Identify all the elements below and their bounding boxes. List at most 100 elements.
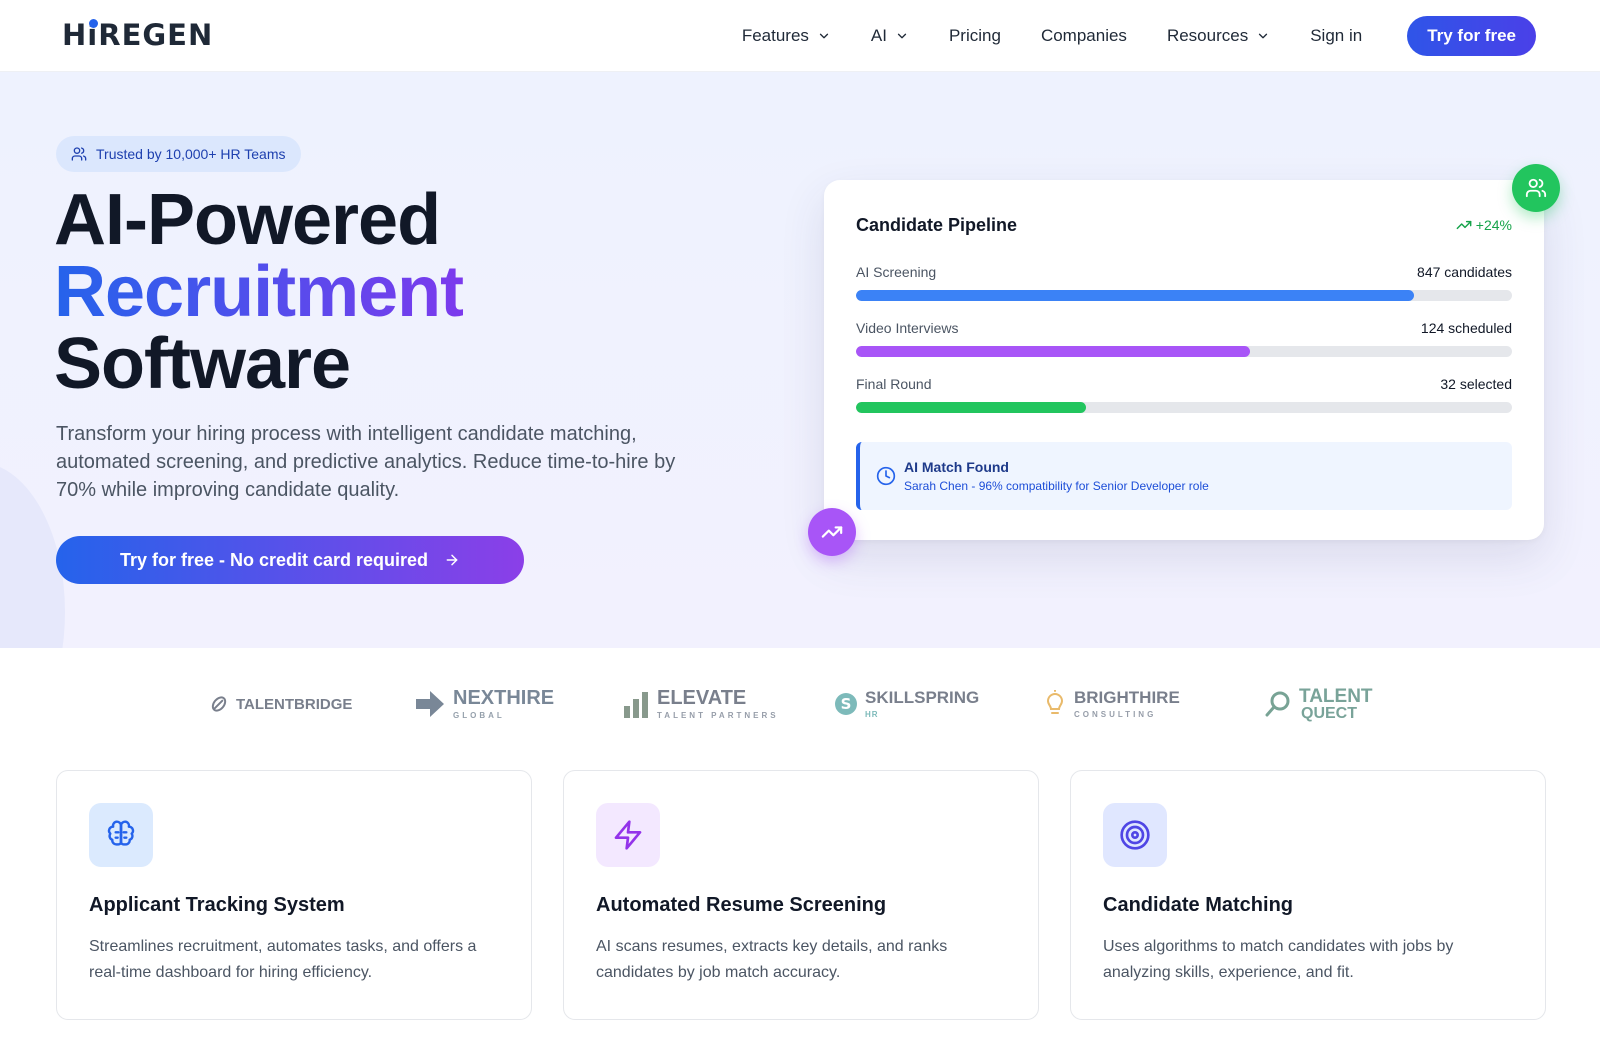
- stage-value: 32 selected: [1440, 376, 1512, 392]
- logo-text: ELEVATE TALENT PARTNERS: [657, 688, 779, 720]
- ai-match-title: AI Match Found: [904, 459, 1009, 475]
- nav-companies-label: Companies: [1040, 26, 1127, 45]
- headline-line-3: Software: [54, 324, 351, 404]
- stage-value: 124 scheduled: [1420, 320, 1512, 336]
- ai-match-alert: AI Match Found Sarah Chen - 96% compatib…: [856, 442, 1512, 510]
- pipeline-trend-value: +24%: [1475, 217, 1512, 233]
- logo-sub: TALENT PARTNERS: [657, 711, 779, 720]
- logo-talent-quect: TALENT QUECT: [1264, 686, 1373, 722]
- lightning-icon: [614, 820, 642, 850]
- client-logos: TALENTBRIDGE NEXTHIRE GLOBAL ELEVATE TALEN…: [0, 676, 1600, 732]
- clock-icon: [876, 466, 896, 486]
- logo-skillspring: S SKILLSPRING HR: [834, 686, 979, 722]
- nav-ai-label: AI: [870, 26, 887, 45]
- feature-description: AI scans resumes, extracts key details, …: [596, 938, 948, 981]
- feature-card-candidate-matching[interactable]: Candidate Matching Uses algorithms to ma…: [1070, 770, 1546, 1020]
- chevron-down-icon: [897, 33, 907, 39]
- users-float-badge: [1512, 164, 1560, 212]
- logo-name: TALENTBRIDGE: [236, 695, 353, 713]
- logo-text: SKILLSPRING HR: [865, 689, 979, 719]
- nav-resources-label: Resources: [1166, 26, 1249, 45]
- feature-description: Streamlines recruitment, automates tasks…: [89, 938, 477, 981]
- progress-fill: [856, 290, 1414, 301]
- headline-line-2: Recruitment: [54, 252, 464, 332]
- logo-sub: QUECT: [1301, 704, 1357, 722]
- nav-links: Features AI Pricing Companies Resources …: [702, 16, 1536, 56]
- feature-title: Candidate Matching: [1103, 894, 1294, 916]
- hero-subtext: Transform your hiring process with intel…: [56, 423, 676, 501]
- feature-title: Applicant Tracking System: [89, 894, 345, 916]
- feature-icon-bg: [89, 803, 153, 867]
- leaf-icon: [209, 694, 229, 714]
- hiregen-logo[interactable]: HiREGEN: [62, 18, 213, 54]
- hero-cta-button[interactable]: Try for free - No credit card required: [56, 536, 524, 584]
- nav-sign-in-label: Sign in: [1310, 26, 1363, 45]
- pipeline-trend: +24%: [1456, 217, 1512, 233]
- logo-name: ELEVATE: [657, 687, 747, 709]
- feature-card-resume-screening[interactable]: Automated Resume Screening AI scans resu…: [563, 770, 1039, 1020]
- top-nav: HiREGEN Features AI Pricing Companies Re…: [0, 0, 1600, 72]
- hero-section: Trusted by 10,000+ HR Teams AI-Powered R…: [0, 72, 1600, 648]
- logo-elevate: ELEVATE TALENT PARTNERS: [624, 686, 779, 722]
- pipeline-title: Candidate Pipeline: [856, 215, 1018, 235]
- headline-line-1: AI-Powered: [54, 180, 441, 260]
- arrow-right-icon: [446, 554, 458, 566]
- chevron-down-icon: [819, 33, 829, 39]
- nav-companies[interactable]: Companies: [1041, 26, 1127, 46]
- logo-sub: GLOBAL: [453, 711, 505, 720]
- magnifier-icon: [1264, 690, 1292, 718]
- nav-pricing[interactable]: Pricing: [949, 26, 1001, 46]
- brain-icon: [107, 820, 135, 846]
- nav-sign-in[interactable]: Sign in: [1310, 26, 1362, 46]
- candidate-pipeline-card: Candidate Pipeline +24% AI Screening 847…: [824, 180, 1544, 540]
- try-for-free-button[interactable]: Try for free: [1407, 16, 1536, 56]
- progress-fill: [856, 346, 1250, 357]
- stage-label: AI Screening: [856, 264, 937, 280]
- arrow-logo-icon: [416, 690, 446, 718]
- logo-brighthire: BRIGHTHIRE CONSULTING: [1043, 686, 1180, 722]
- logo-nexthire: NEXTHIRE GLOBAL: [416, 686, 554, 722]
- nav-features-label: Features: [741, 26, 809, 45]
- logo-name: NEXTHIRE: [453, 687, 555, 709]
- feature-icon-bg: [596, 803, 660, 867]
- nav-resources[interactable]: Resources: [1167, 26, 1270, 46]
- hero-headline: AI-Powered Recruitment Software: [54, 180, 464, 404]
- nav-ai[interactable]: AI: [871, 26, 909, 46]
- trend-float-badge: [808, 508, 856, 556]
- stage-label: Video Interviews: [856, 320, 959, 336]
- users-icon: [1525, 178, 1547, 198]
- ai-match-detail: Sarah Chen - 96% compatibility for Senio…: [904, 479, 1209, 493]
- svg-text:S: S: [841, 695, 852, 713]
- trending-up-icon: [821, 526, 843, 538]
- logo-sub: HR: [865, 710, 879, 719]
- logo-name: TALENT: [1299, 685, 1373, 707]
- logo-sub: CONSULTING: [1074, 710, 1157, 719]
- logo-text: TALENT QUECT: [1299, 687, 1373, 722]
- progress-track: [856, 290, 1512, 301]
- logo-talentbridge: TALENTBRIDGE: [209, 686, 352, 722]
- logo-name: BRIGHTHIRE: [1074, 688, 1180, 707]
- hero-cta-label: Try for free - No credit card required: [119, 549, 429, 570]
- trust-badge-text: Trusted by 10,000+ HR Teams: [96, 146, 286, 162]
- feature-card-ats[interactable]: Applicant Tracking System Streamlines re…: [56, 770, 532, 1020]
- progress-track: [856, 346, 1512, 357]
- chevron-down-icon: [1259, 33, 1268, 39]
- target-icon: [1120, 820, 1150, 850]
- logo-name: SKILLSPRING: [865, 688, 980, 707]
- nav-pricing-label: Pricing: [948, 26, 1001, 45]
- progress-track: [856, 402, 1512, 413]
- feature-title: Automated Resume Screening: [596, 894, 887, 916]
- logo-text: BRIGHTHIRE CONSULTING: [1074, 689, 1180, 719]
- trust-badge: Trusted by 10,000+ HR Teams: [56, 136, 301, 172]
- nav-features[interactable]: Features: [742, 26, 831, 46]
- stage-label: Final Round: [856, 376, 932, 392]
- stage-value: 847 candidates: [1417, 264, 1512, 280]
- lightbulb-icon: [1043, 690, 1067, 718]
- bar-chart-icon: [624, 690, 650, 718]
- trending-up-icon: [1456, 220, 1472, 230]
- logo-text: NEXTHIRE GLOBAL: [453, 688, 554, 720]
- users-icon: [71, 147, 87, 161]
- feature-description: Uses algorithms to match candidates with…: [1103, 938, 1454, 981]
- s-circle-icon: S: [834, 692, 858, 716]
- feature-icon-bg: [1103, 803, 1167, 867]
